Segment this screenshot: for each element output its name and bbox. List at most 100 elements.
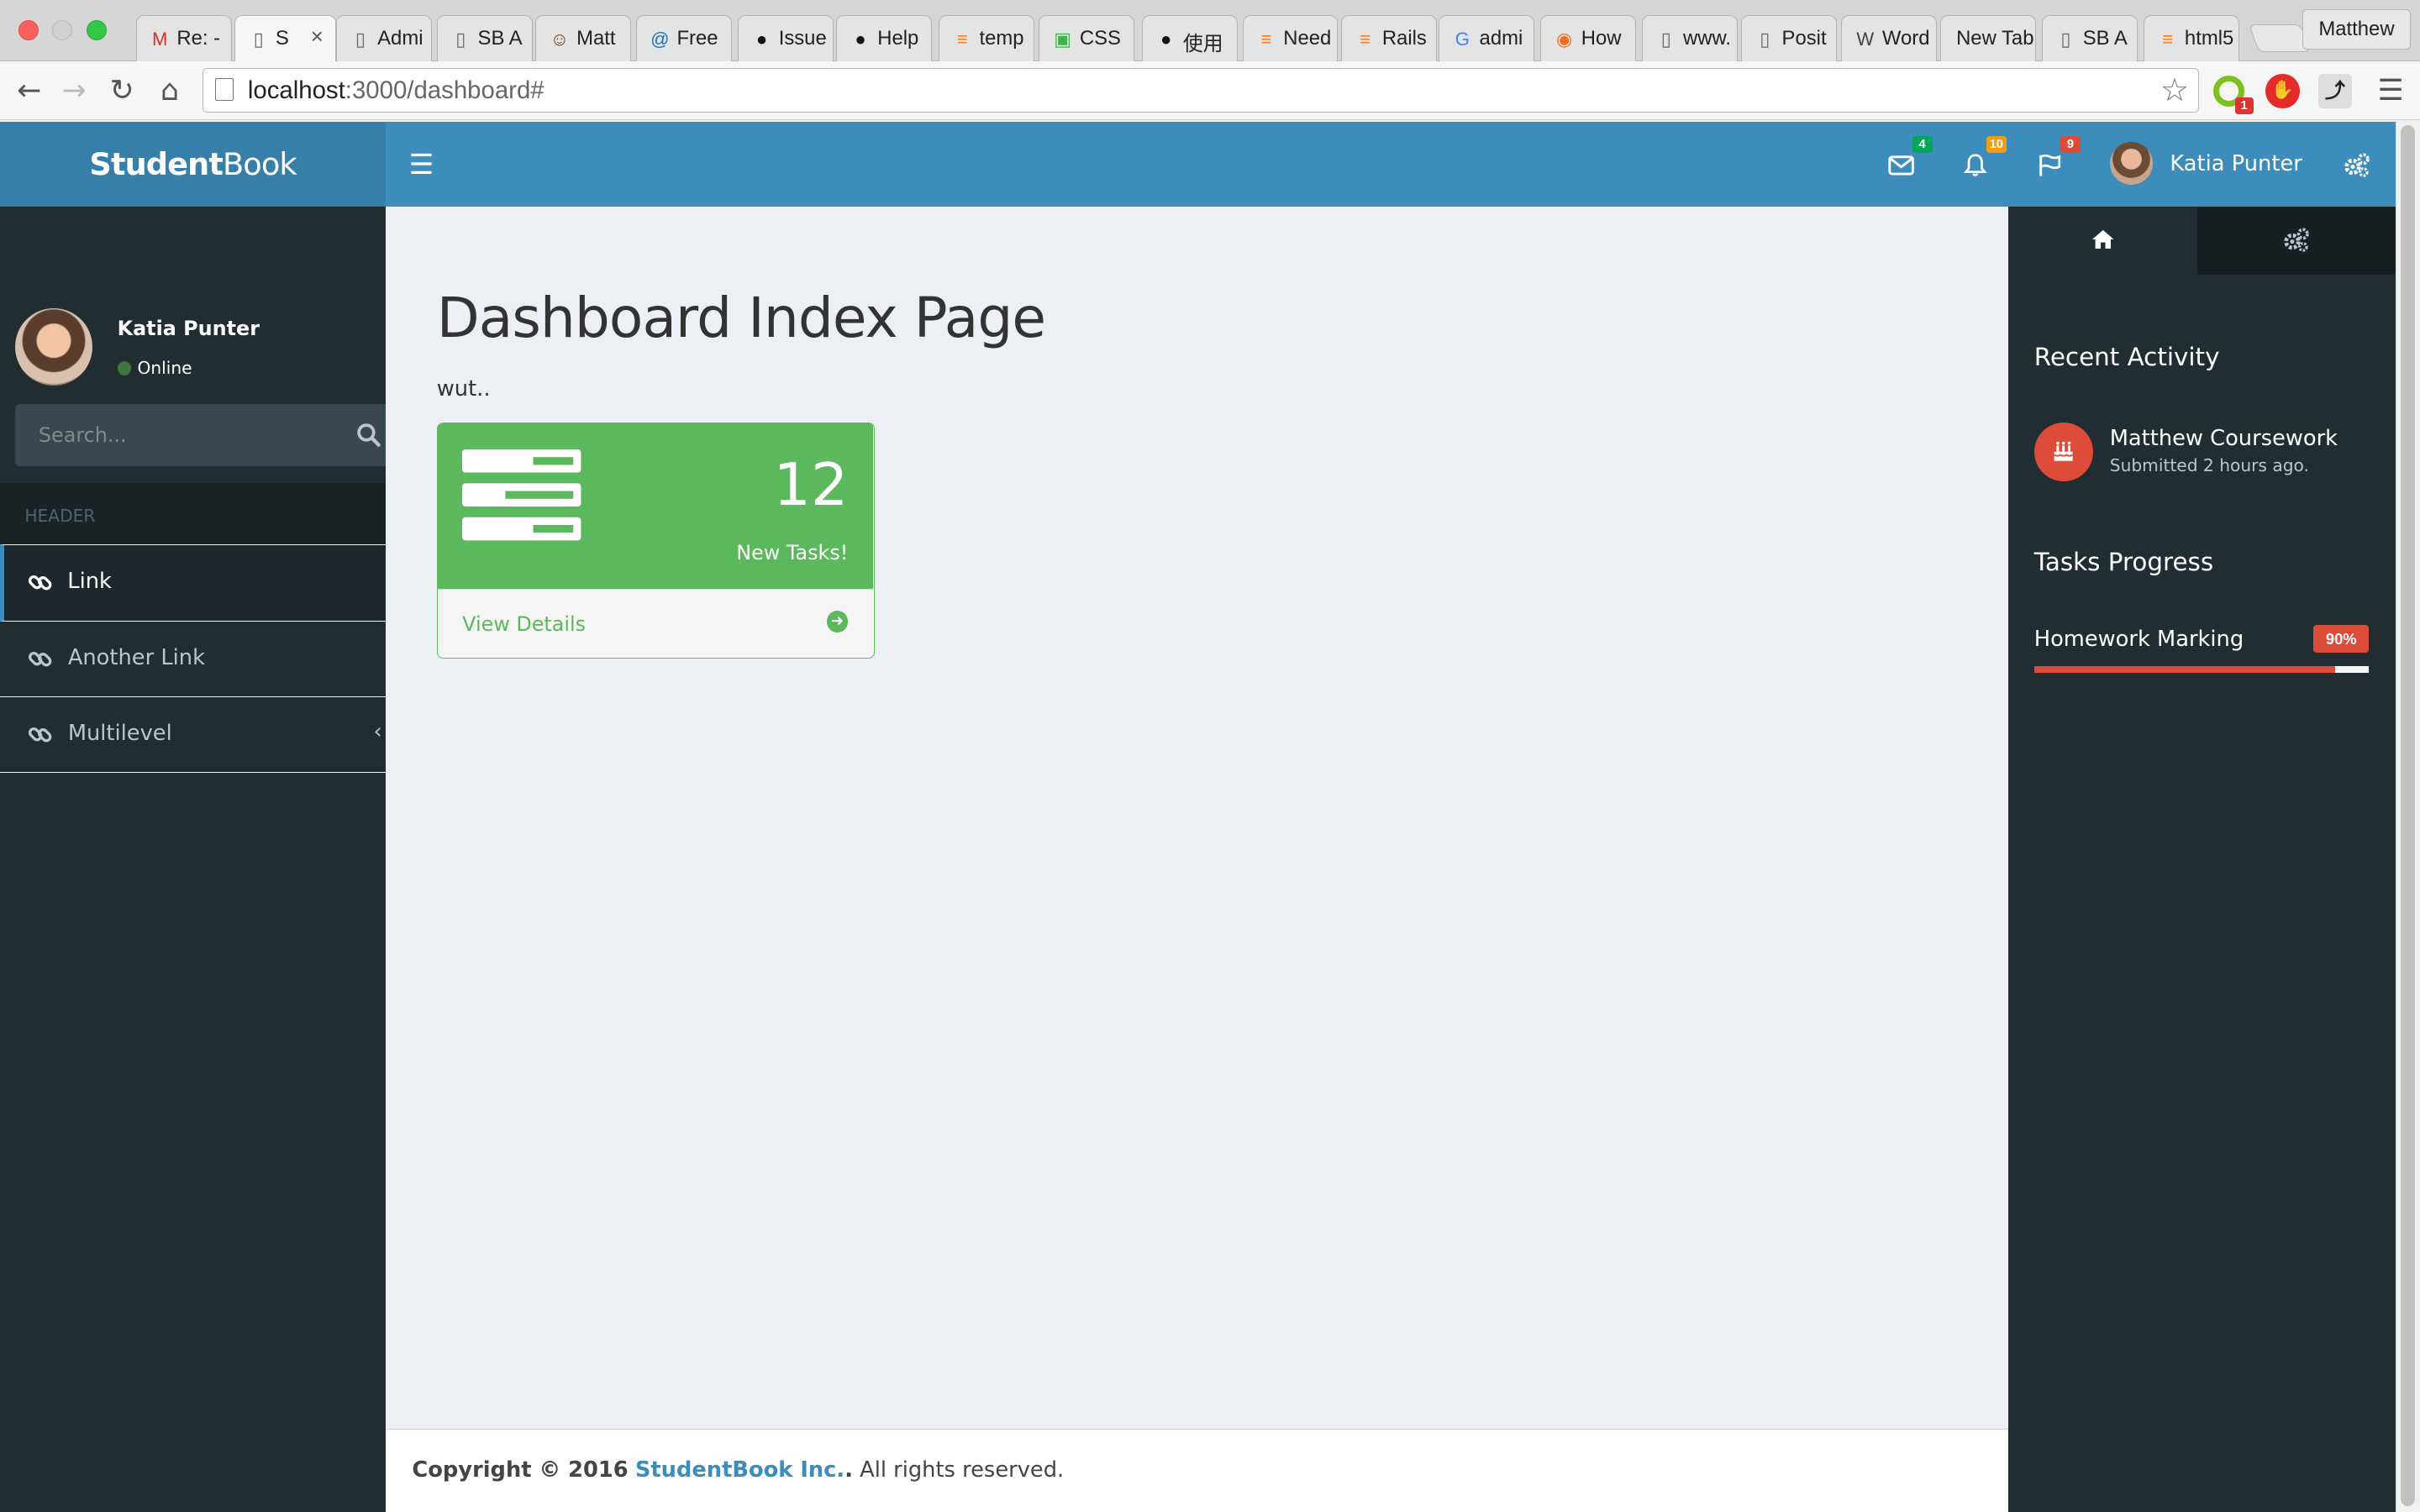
browser-tab-label: SB A <box>2082 27 2128 50</box>
content-wrapper: Dashboard Index Page wut.. 12 New Tasks!… <box>386 207 2008 1429</box>
tab-home[interactable] <box>2007 207 2198 275</box>
browser-tab[interactable]: ▣ CSS <box>1039 15 1134 62</box>
user-status[interactable]: Online <box>117 358 192 378</box>
maximize-window-button[interactable] <box>86 19 107 40</box>
page-icon: ▯ <box>253 29 264 50</box>
header-user-name: Katia Punter <box>2170 150 2302 176</box>
logo-light: Book <box>223 146 297 183</box>
browser-tab[interactable]: Gadmi <box>1438 15 1534 62</box>
browser-tab[interactable]: M Re: - <box>135 15 232 62</box>
view-details-link[interactable]: View Details ➜ <box>437 588 873 657</box>
bell-icon <box>1964 154 1987 176</box>
browser-tab-label: temp <box>979 27 1024 50</box>
browser-tab[interactable]: ▯ Admi <box>336 15 433 62</box>
gears-icon <box>2344 153 2370 177</box>
sidebar-item-another-link[interactable]: Another Link <box>0 622 387 698</box>
browser-tab[interactable]: New Tab <box>1939 15 2036 62</box>
home-icon[interactable]: ⌂ <box>153 74 187 108</box>
browser-tab[interactable]: ≡ temp <box>938 15 1034 62</box>
page-title: Dashboard Index Page <box>436 285 1046 350</box>
sidebar-user-name: Katia Punter <box>117 316 260 340</box>
browser-tab[interactable]: @ Free <box>635 15 732 62</box>
adblock-icon[interactable]: ✋ <box>2265 74 2300 108</box>
minimize-window-button[interactable] <box>52 19 73 40</box>
address-bar[interactable]: localhost:3000/dashboard# ☆ <box>202 67 2200 113</box>
browser-tab-label: www. <box>1682 27 1731 50</box>
browser-tab-label: S <box>275 27 289 50</box>
browser-tab-label: Word <box>1881 27 1930 50</box>
home-icon <box>2091 229 2114 249</box>
control-sidebar-toggle[interactable] <box>2338 148 2375 181</box>
logo[interactable]: StudentBook <box>0 122 387 207</box>
bookmark-star-icon[interactable]: ☆ <box>2160 71 2190 109</box>
tasks-button[interactable]: 9 <box>2031 135 2081 181</box>
page-scrollbar[interactable] <box>2395 122 2420 1512</box>
footer-dot: . <box>844 1457 853 1483</box>
gears-icon <box>2284 228 2310 253</box>
browser-tab-label: SB A <box>477 27 523 50</box>
sidebar-item-link[interactable]: Link <box>0 544 420 622</box>
logo-bold: Student <box>89 146 224 183</box>
notifications-button[interactable]: 10 <box>1957 135 2007 181</box>
close-tab-icon[interactable]: × <box>311 25 324 50</box>
browser-tab[interactable]: ● Issue <box>737 15 834 62</box>
browser-tab-label: Rails <box>1381 27 1427 50</box>
back-icon[interactable]: ← <box>13 74 46 108</box>
browser-tab-label: Need <box>1283 27 1332 50</box>
browser-tab[interactable]: ◉ How <box>1540 15 1636 62</box>
footer-brand-link[interactable]: StudentBook Inc. <box>635 1457 844 1483</box>
tab-settings[interactable] <box>2197 207 2396 275</box>
messages-badge: 4 <box>1912 135 1933 153</box>
browser-tab[interactable]: ≡ Need <box>1242 15 1339 62</box>
page-icon: ▯ <box>455 29 466 50</box>
page-icon: ▯ <box>2060 29 2071 50</box>
task-name: Homework Marking <box>2033 626 2244 652</box>
sidebar-item-multilevel[interactable]: Multilevel ‹ <box>0 697 420 774</box>
browser-tab-bar: M Re: - ▯ S × ▯ Admi ▯ SB A ☺ Matt @ Free ● Issue ● Help… <box>0 0 2420 64</box>
browser-tab[interactable]: W Word <box>1841 15 1938 62</box>
tasks-panel-heading: 12 New Tasks! <box>437 423 873 589</box>
browser-tab[interactable]: ▯ S × <box>234 15 337 64</box>
scrollbar-thumb[interactable] <box>2401 124 2415 1506</box>
browser-tab[interactable]: ▯ www. <box>1642 15 1739 62</box>
online-dot-icon <box>117 361 132 375</box>
browser-tab[interactable]: ≡ Rails <box>1341 15 1437 62</box>
browser-tab-label: Posit <box>1781 27 1827 50</box>
sidebar-item-label: Another Link <box>67 644 205 670</box>
activity-subtitle: Submitted 2 hours ago. <box>2109 454 2309 475</box>
browser-profile-button[interactable]: Matthew <box>2302 9 2411 50</box>
forward-icon[interactable]: → <box>57 74 91 108</box>
search-icon[interactable] <box>356 423 381 448</box>
sidebar-item-label: Link <box>67 568 112 594</box>
progress-badge: 90% <box>2313 624 2370 653</box>
sidebar-item-label: Multilevel <box>67 720 172 746</box>
browser-tab[interactable]: ● 使用 <box>1142 15 1239 62</box>
url-text[interactable]: localhost:3000/dashboard# <box>248 76 544 105</box>
copyright-text: Copyright © 2016 <box>412 1457 629 1483</box>
browser-tab[interactable]: ≡ html5 <box>2144 15 2240 62</box>
arrow-circle-right-icon: ➜ <box>826 611 849 633</box>
sidebar-toggle-icon[interactable]: ☰ <box>404 149 438 181</box>
browser-tab-label: Free <box>676 27 718 50</box>
sidebar-search <box>15 404 403 466</box>
browser-tab-label: Issue <box>778 27 827 50</box>
browser-tab[interactable]: ▯ SB A <box>2041 15 2138 62</box>
browser-tab-label: admi <box>1479 27 1523 50</box>
reload-icon[interactable]: ↻ <box>105 74 139 108</box>
browser-tab[interactable]: ▯ Posit <box>1740 15 1837 62</box>
messages-button[interactable]: 4 <box>1883 135 1933 181</box>
new-tab-button[interactable] <box>2248 24 2312 53</box>
browser-tab[interactable]: ☺ Matt <box>535 15 632 62</box>
github-icon: ● <box>755 29 768 50</box>
browser-tab[interactable]: ▯ SB A <box>436 15 533 62</box>
page-icon: ▯ <box>1760 29 1770 50</box>
github-icon: ● <box>1160 29 1172 50</box>
search-input[interactable] <box>15 404 340 466</box>
browser-menu-icon[interactable]: ☰ <box>2374 74 2407 108</box>
close-window-button[interactable] <box>18 19 39 40</box>
page-icon <box>215 77 234 102</box>
tasks-badge: 9 <box>2060 135 2081 153</box>
browser-tab[interactable]: ● Help <box>836 15 933 62</box>
browser-tab-label: html5 <box>2184 27 2234 50</box>
extension-figure-icon[interactable]: ⤴ <box>2317 74 2353 108</box>
